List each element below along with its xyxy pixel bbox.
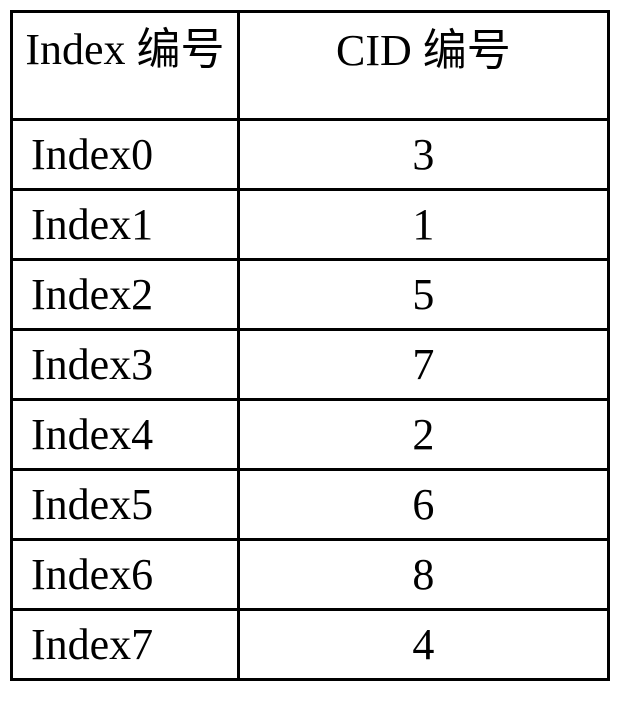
cell-cid: 2 (238, 400, 608, 470)
table-header-row: Index 编号 CID 编号 (12, 12, 609, 120)
header-cid: CID 编号 (238, 12, 608, 120)
cell-index: Index5 (12, 470, 239, 540)
cell-index: Index2 (12, 260, 239, 330)
cell-cid: 3 (238, 120, 608, 190)
index-cid-table: Index 编号 CID 编号 Index0 3 Index1 1 Index2… (10, 10, 610, 681)
table-row: Index2 5 (12, 260, 609, 330)
table-row: Index6 8 (12, 540, 609, 610)
cell-index: Index7 (12, 610, 239, 680)
cell-cid: 7 (238, 330, 608, 400)
table-row: Index5 6 (12, 470, 609, 540)
cell-index: Index4 (12, 400, 239, 470)
cell-cid: 5 (238, 260, 608, 330)
table-row: Index3 7 (12, 330, 609, 400)
cell-cid: 8 (238, 540, 608, 610)
cell-index: Index0 (12, 120, 239, 190)
header-index: Index 编号 (12, 12, 239, 120)
table-row: Index4 2 (12, 400, 609, 470)
cell-cid: 4 (238, 610, 608, 680)
cell-index: Index1 (12, 190, 239, 260)
cell-cid: 6 (238, 470, 608, 540)
table-row: Index7 4 (12, 610, 609, 680)
cell-index: Index6 (12, 540, 239, 610)
table-row: Index0 3 (12, 120, 609, 190)
cell-index: Index3 (12, 330, 239, 400)
table-row: Index1 1 (12, 190, 609, 260)
cell-cid: 1 (238, 190, 608, 260)
